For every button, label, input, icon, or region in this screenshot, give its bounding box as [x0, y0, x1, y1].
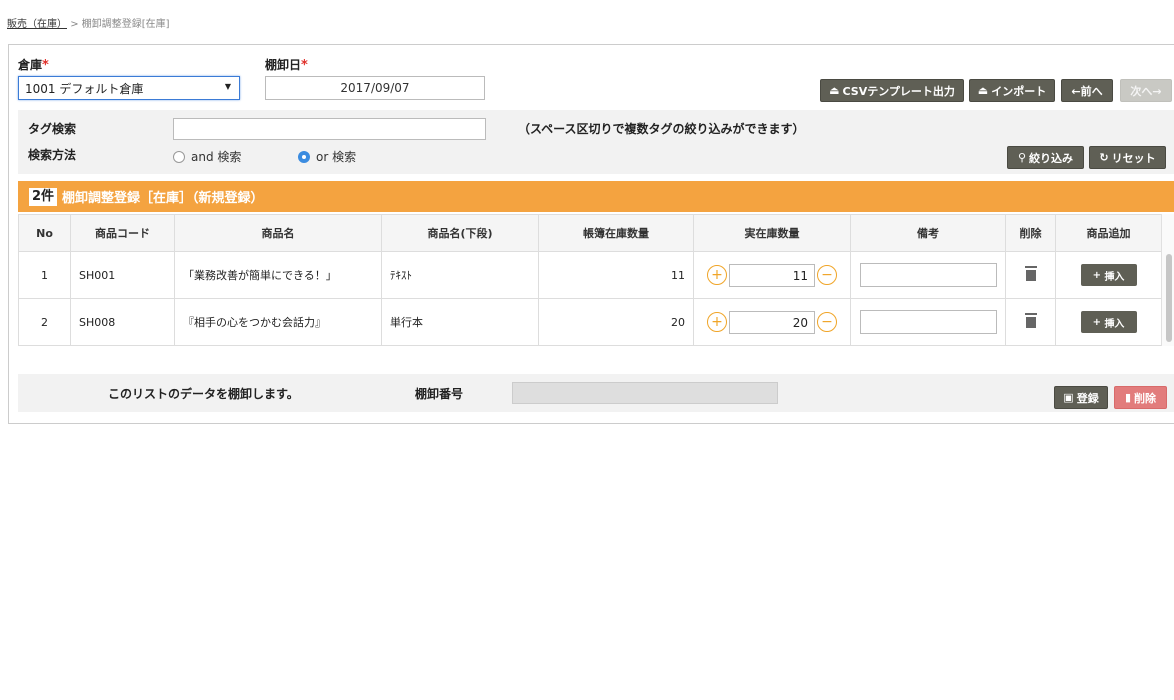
minus-icon[interactable]: −	[817, 312, 837, 332]
memo-input[interactable]	[859, 263, 997, 287]
scrollbar-thumb[interactable]	[1166, 254, 1172, 342]
table-header-row: No 商品コード 商品名 商品名(下段) 帳簿在庫数量 実在庫数量 備考 削除 …	[18, 214, 1162, 252]
actual-quantity-input[interactable]: 20	[729, 310, 815, 334]
stocktake-date-field[interactable]: 2017/09/07	[265, 76, 485, 100]
section-title: 棚卸調整登録［在庫］（新規登録）	[62, 191, 264, 206]
filter-button[interactable]: ⚲ 絞り込み	[1007, 146, 1084, 169]
radio-and[interactable]: and 検索	[173, 148, 241, 165]
breadcrumb: 販売（在庫） > 棚卸調整登録[在庫]	[7, 15, 170, 30]
search-area: タグ検索 （スペース区切りで複数タグの絞り込みができます） 検索方法 and 検…	[18, 110, 1174, 174]
search-icon: ⚲	[1017, 151, 1027, 164]
column-header: No	[18, 214, 71, 252]
next-button[interactable]: 次へ→	[1120, 79, 1172, 102]
reset-button[interactable]: ↻ リセット	[1089, 146, 1166, 169]
breadcrumb-current: 棚卸調整登録[在庫]	[81, 19, 170, 30]
product-code: SH001	[70, 251, 175, 299]
column-header: 商品名(下段)	[381, 214, 539, 252]
search-method-label: 検索方法	[28, 148, 77, 162]
footer-bar: このリストのデータを棚卸します。 棚卸番号 ▣ 登録 ▮ 削除	[18, 374, 1174, 412]
table-row: 2 SH008 『相手の心をつかむ会話力』 単行本 20 + 20 − + 挿入	[18, 298, 1162, 346]
column-header: 商品追加	[1055, 214, 1162, 252]
column-header: 帳簿在庫数量	[538, 214, 694, 252]
required-mark: *	[42, 58, 49, 73]
warehouse-value: 1001 デフォルト倉庫	[25, 82, 144, 96]
radio-checked-icon	[298, 150, 310, 163]
column-header: 商品名	[174, 214, 382, 252]
delete-cell	[1005, 298, 1056, 346]
record-count: 2件	[29, 187, 58, 206]
warehouse-select[interactable]: 1001 デフォルト倉庫 ▼	[18, 76, 240, 100]
tag-search-label: タグ検索	[28, 122, 77, 136]
caret-down-icon: ▼	[224, 82, 231, 91]
stocktake-number-label: 棚卸番号	[415, 387, 464, 401]
insert-button[interactable]: + 挿入	[1080, 264, 1137, 286]
add-cell: + 挿入	[1055, 298, 1162, 346]
insert-button[interactable]: + 挿入	[1080, 311, 1137, 333]
plus-icon[interactable]: +	[707, 312, 727, 332]
actual-quantity-cell: + 11 −	[693, 251, 851, 299]
warehouse-label: 倉庫*	[18, 58, 49, 73]
import-button[interactable]: ⏏ インポート	[969, 79, 1055, 102]
date-label: 棚卸日*	[265, 58, 308, 73]
breadcrumb-separator: >	[70, 19, 79, 30]
section-header: 2件 棚卸調整登録［在庫］（新規登録）	[18, 181, 1174, 212]
stocktake-number-field	[512, 382, 778, 404]
main-panel: 倉庫* 棚卸日* 1001 デフォルト倉庫 ▼ 2017/09/07 ⏏ CSVテ…	[8, 44, 1174, 424]
breadcrumb-link[interactable]: 販売（在庫）	[7, 19, 67, 30]
plus-icon[interactable]: +	[707, 265, 727, 285]
delete-cell	[1005, 251, 1056, 299]
product-name: 『相手の心をつかむ会話力』	[174, 298, 382, 346]
stock-table: No 商品コード 商品名 商品名(下段) 帳簿在庫数量 実在庫数量 備考 削除 …	[18, 214, 1162, 346]
product-code: SH008	[70, 298, 175, 346]
table-row: 1 SH001 「業務改善が簡単にできる！」 ﾃｷｽﾄ 11 + 11 − + …	[18, 251, 1162, 299]
csv-template-button[interactable]: ⏏ CSVテンプレート出力	[820, 79, 964, 102]
book-quantity: 20	[538, 298, 694, 346]
actual-quantity-cell: + 20 −	[693, 298, 851, 346]
product-name: 「業務改善が簡単にできる！」	[174, 251, 382, 299]
trash-icon[interactable]	[1024, 266, 1037, 281]
memo-cell	[850, 298, 1006, 346]
upload-icon: ⏏	[977, 84, 989, 97]
column-header: 備考	[850, 214, 1006, 252]
table-scrollbar[interactable]	[1161, 214, 1174, 346]
column-header: 削除	[1005, 214, 1056, 252]
actual-quantity-input[interactable]: 11	[729, 263, 815, 287]
column-header: 商品コード	[70, 214, 175, 252]
row-number: 2	[18, 298, 71, 346]
book-quantity: 11	[538, 251, 694, 299]
add-cell: + 挿入	[1055, 251, 1162, 299]
trash-icon: ▮	[1124, 391, 1132, 404]
upload-icon: ⏏	[829, 84, 840, 97]
delete-button[interactable]: ▮ 削除	[1114, 386, 1167, 409]
required-mark: *	[301, 58, 308, 73]
save-icon: ▣	[1063, 391, 1074, 404]
prev-button[interactable]: ←前へ	[1061, 79, 1113, 102]
radio-unchecked-icon	[173, 150, 185, 163]
minus-icon[interactable]: −	[817, 265, 837, 285]
refresh-icon: ↻	[1099, 151, 1109, 164]
footer-message: このリストのデータを棚卸します。	[108, 387, 299, 401]
memo-cell	[850, 251, 1006, 299]
tag-search-input[interactable]	[173, 118, 486, 140]
radio-or[interactable]: or 検索	[298, 148, 356, 165]
register-button[interactable]: ▣ 登録	[1054, 386, 1108, 409]
trash-icon[interactable]	[1024, 313, 1037, 328]
column-header: 実在庫数量	[693, 214, 851, 252]
product-name-sub: 単行本	[381, 298, 539, 346]
tag-search-hint: （スペース区切りで複数タグの絞り込みができます）	[518, 122, 805, 136]
row-number: 1	[18, 251, 71, 299]
memo-input[interactable]	[859, 310, 997, 334]
product-name-sub: ﾃｷｽﾄ	[381, 251, 539, 299]
